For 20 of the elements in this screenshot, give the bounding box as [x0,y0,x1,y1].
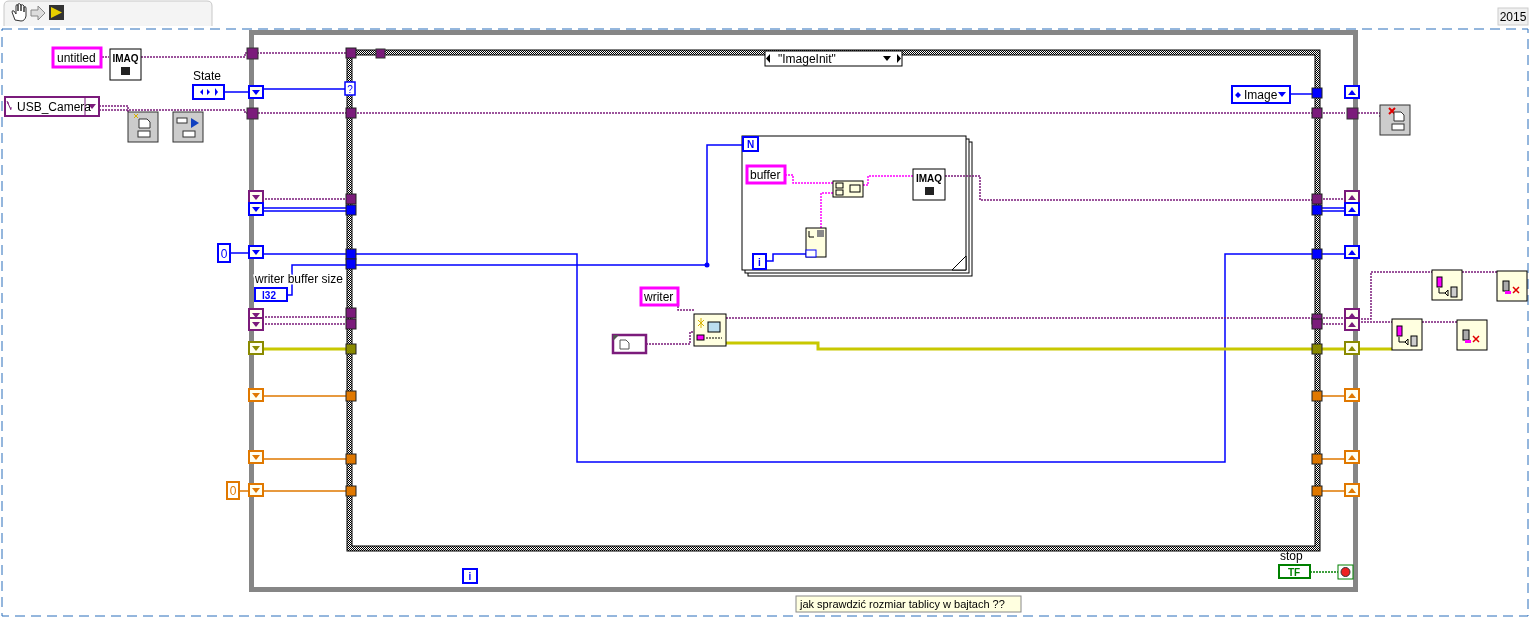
imaq-node: IMAQ [109,48,142,81]
string-constant: buffer [745,164,787,185]
state-label: State [193,69,222,83]
buffer-size-control[interactable]: I32 [254,287,288,302]
image-enum[interactable]: Image [1231,85,1291,104]
camera-selector[interactable]: USB_Camera [4,96,100,117]
numeric-constant: 0 [226,481,240,500]
imaq-node: IMAQ [912,168,946,201]
string-constant: untitled [51,46,103,69]
stop-control[interactable]: TF [1278,564,1311,579]
version-badge: 2015 [1497,7,1529,26]
selector-terminal: ? [344,81,356,96]
comment-note: jak sprawdzić rozmiar tablicy w bajtach ?? [795,595,1022,613]
loop-index-terminal: i [462,568,478,584]
stop-label: stop [1280,549,1303,563]
case-selector[interactable]: "ImageInit" [764,50,903,67]
string-constant: writer [639,286,680,307]
loop-count-terminal: N [742,136,759,152]
loop-index-terminal: i [752,253,767,270]
numeric-constant: 0 [217,243,231,263]
